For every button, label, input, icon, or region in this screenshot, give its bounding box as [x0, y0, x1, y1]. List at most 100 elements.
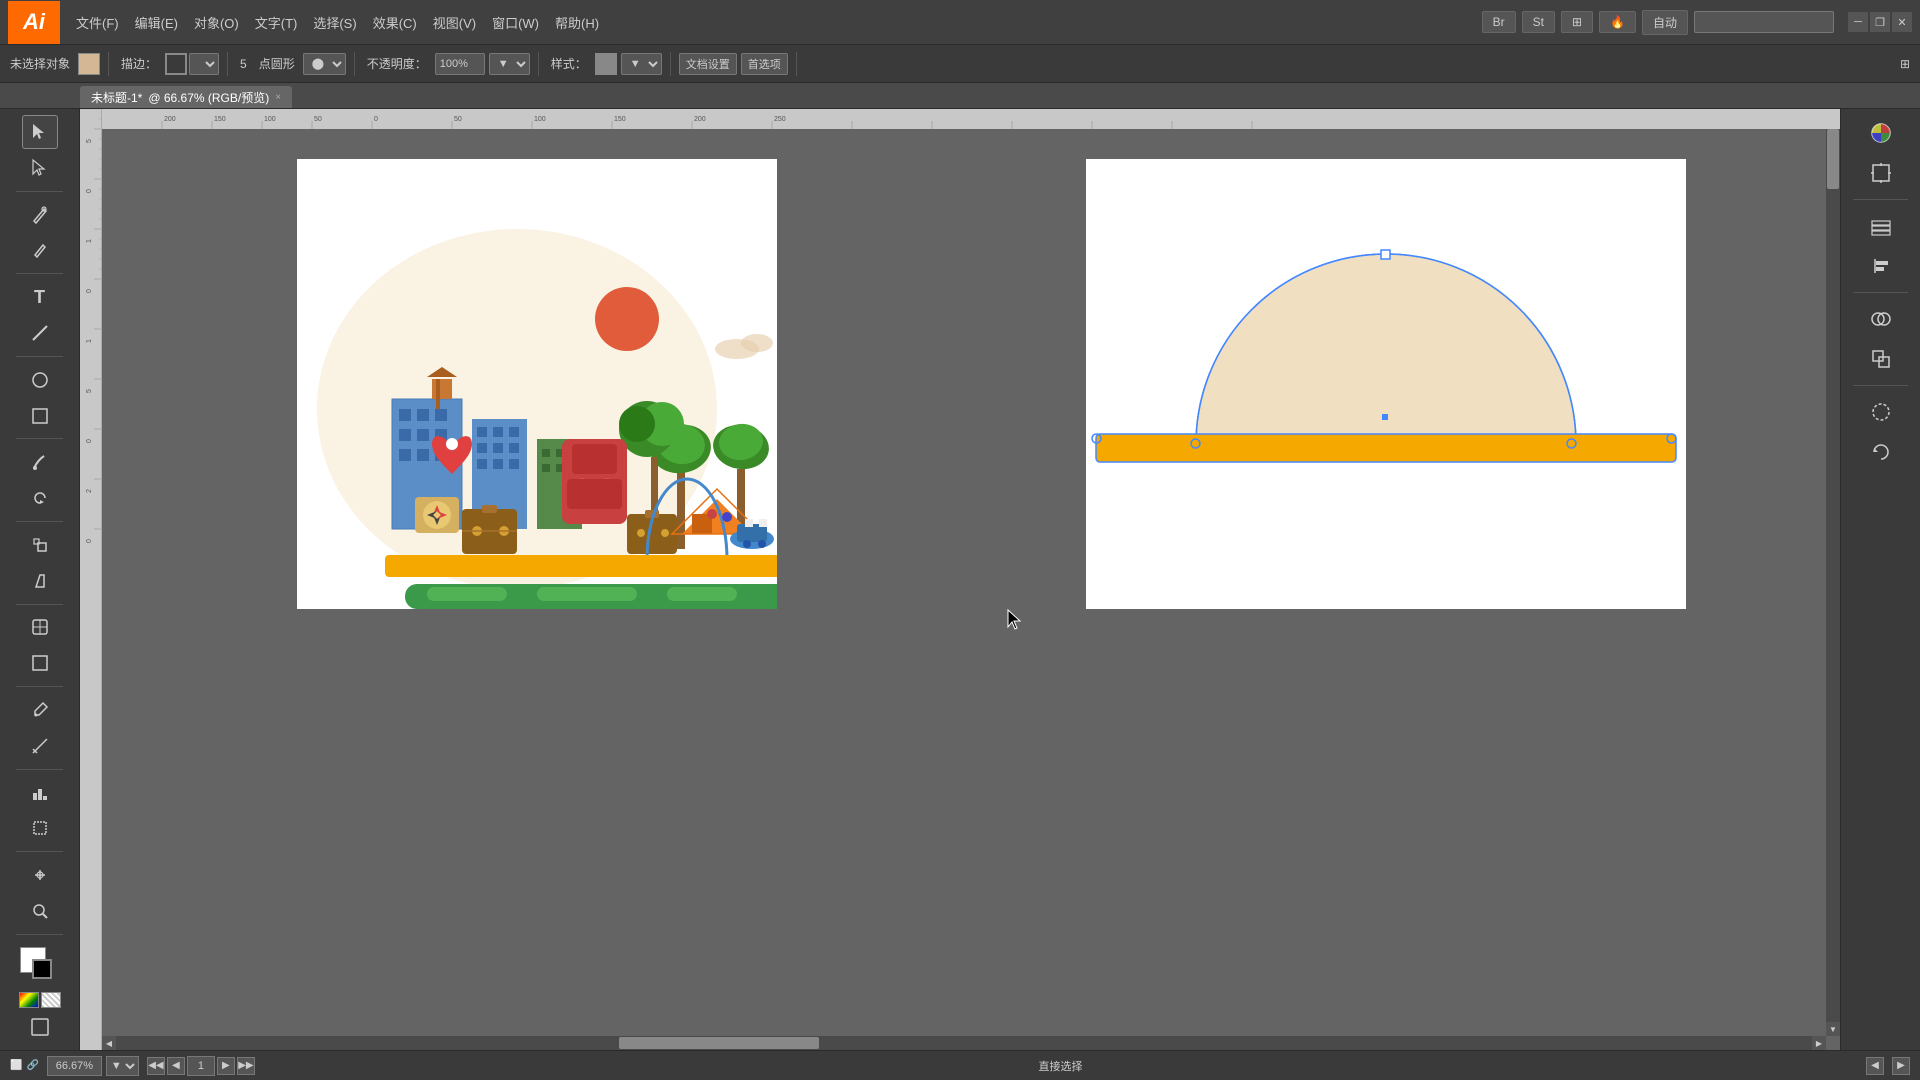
- gradient-btn[interactable]: [19, 992, 39, 1008]
- stroke-box[interactable]: [32, 959, 52, 979]
- style-box[interactable]: [595, 53, 617, 75]
- preferences-btn[interactable]: 首选项: [741, 53, 788, 75]
- stock-btn[interactable]: St: [1522, 11, 1555, 33]
- direct-select-tool[interactable]: [22, 151, 58, 185]
- opacity-input[interactable]: [435, 53, 485, 75]
- next-page-btn[interactable]: ▶▶: [237, 1057, 255, 1075]
- paintbrush-tool[interactable]: [22, 445, 58, 479]
- restore-btn[interactable]: ❐: [1870, 12, 1890, 32]
- shape-builder-btn[interactable]: [1863, 301, 1899, 337]
- vertical-scrollbar[interactable]: ▼: [1826, 129, 1840, 1036]
- svg-text:0: 0: [86, 539, 93, 543]
- screen-mode-btn[interactable]: [22, 1010, 58, 1044]
- layers-panel-btn[interactable]: [1863, 208, 1899, 244]
- svg-text:0: 0: [86, 439, 93, 443]
- menu-edit[interactable]: 编辑(E): [127, 9, 186, 36]
- doc-settings-btn[interactable]: 文档设置: [679, 53, 737, 75]
- rect-tool[interactable]: [22, 399, 58, 433]
- eyedropper-tool[interactable]: [22, 693, 58, 727]
- arrange-btn[interactable]: ⊞: [1561, 11, 1593, 33]
- select-tool[interactable]: [22, 115, 58, 149]
- artboard-panel-btn[interactable]: [1863, 155, 1899, 191]
- artboard-prev[interactable]: ◀: [1866, 1057, 1884, 1075]
- flame-btn[interactable]: 🔥: [1599, 11, 1636, 33]
- type-tool[interactable]: T: [22, 280, 58, 314]
- menu-file[interactable]: 文件(F): [68, 9, 127, 36]
- horizontal-scrollbar[interactable]: ▶ ◀: [102, 1036, 1826, 1050]
- vscroll-down[interactable]: ▼: [1826, 1022, 1840, 1036]
- app-logo: Ai: [8, 1, 60, 44]
- fill-color[interactable]: [78, 53, 100, 75]
- prev-btn[interactable]: ◀: [167, 1057, 185, 1075]
- reset-btn[interactable]: [1863, 434, 1899, 470]
- shear-tool[interactable]: [22, 564, 58, 598]
- artboard1[interactable]: [297, 159, 777, 609]
- transform-tool[interactable]: [22, 858, 58, 892]
- pen-tool[interactable]: [22, 198, 58, 232]
- left-tools-panel: T: [0, 109, 80, 1050]
- zoom-control: ▼: [47, 1056, 139, 1076]
- stroke-color[interactable]: [165, 53, 187, 75]
- hscroll-thumb[interactable]: [619, 1037, 819, 1049]
- tool-sep2: [16, 273, 63, 274]
- rotate-tool[interactable]: [22, 481, 58, 515]
- page-input[interactable]: [187, 1056, 215, 1076]
- pathfinder-btn[interactable]: [1863, 341, 1899, 377]
- document-tab[interactable]: 未标题-1* @ 66.67% (RGB/预览) ×: [80, 86, 292, 108]
- point-select[interactable]: ⬤: [303, 53, 346, 75]
- artboard-next[interactable]: ▶: [1892, 1057, 1910, 1075]
- style-select[interactable]: ▼: [621, 53, 662, 75]
- sep2: [227, 52, 228, 76]
- menu-text[interactable]: 文字(T): [247, 9, 306, 36]
- none-btn[interactable]: [41, 992, 61, 1008]
- pencil-tool[interactable]: [22, 234, 58, 268]
- svg-text:200: 200: [164, 116, 176, 123]
- color-panel-btn[interactable]: [1863, 115, 1899, 151]
- zoom-input[interactable]: [47, 1056, 102, 1076]
- menu-window[interactable]: 窗口(W): [484, 9, 547, 36]
- stroke-select[interactable]: ↕: [189, 53, 219, 75]
- symbol-tool[interactable]: [22, 611, 58, 645]
- artboard2[interactable]: [1086, 159, 1686, 609]
- canvas-area[interactable]: 200 150 100 50 0 50 100 150 200: [102, 109, 1840, 1050]
- menu-effect[interactable]: 效果(C): [365, 9, 425, 36]
- ruler-left: 5 0 1 0 1 5 0 2 0: [80, 109, 102, 1050]
- zoom-select[interactable]: ▼: [106, 1056, 139, 1076]
- point-circle-label: 点圆形: [255, 55, 299, 72]
- close-btn[interactable]: ✕: [1892, 12, 1912, 32]
- opacity-select[interactable]: ▼: [489, 53, 530, 75]
- tab-close[interactable]: ×: [275, 92, 281, 103]
- vscroll-thumb[interactable]: [1827, 129, 1839, 189]
- align-panel-btn[interactable]: [1863, 248, 1899, 284]
- zoom-tool[interactable]: [22, 894, 58, 928]
- graph-tool[interactable]: [22, 776, 58, 810]
- tool-sep4: [16, 438, 63, 439]
- prev-page-btn[interactable]: ◀◀: [147, 1057, 165, 1075]
- menu-object[interactable]: 对象(O): [186, 9, 247, 36]
- bridge-btn[interactable]: Br: [1482, 11, 1516, 33]
- scale-tool[interactable]: [22, 528, 58, 562]
- hscroll-right[interactable]: ▶: [1812, 1036, 1826, 1050]
- menu-select[interactable]: 选择(S): [305, 9, 364, 36]
- svg-text:0: 0: [374, 116, 378, 123]
- minimize-btn[interactable]: ─: [1848, 12, 1868, 32]
- menu-view[interactable]: 视图(V): [425, 9, 484, 36]
- status-bar: ⬜ 🔗 ▼ ◀◀ ◀ ▶ ▶▶ 直接选择 ◀ ▶: [0, 1050, 1920, 1080]
- tool-sep6: [16, 604, 63, 605]
- rect-frame-tool[interactable]: [22, 646, 58, 680]
- style-label: 样式：: [547, 55, 591, 72]
- hscroll-left[interactable]: ◀: [102, 1036, 116, 1050]
- svg-text:50: 50: [314, 116, 322, 123]
- page-nav: ◀◀ ◀ ▶ ▶▶: [147, 1056, 255, 1076]
- search-input[interactable]: [1694, 11, 1834, 33]
- ellipse-tool[interactable]: [22, 363, 58, 397]
- line-tool[interactable]: [22, 316, 58, 350]
- measure-tool[interactable]: [22, 729, 58, 763]
- artboard-tool[interactable]: [22, 811, 58, 845]
- menu-help[interactable]: 帮助(H): [547, 9, 607, 36]
- next-btn[interactable]: ▶: [217, 1057, 235, 1075]
- auto-btn[interactable]: 自动: [1642, 10, 1688, 35]
- blur-btn[interactable]: [1863, 394, 1899, 430]
- sep4: [538, 52, 539, 76]
- sep6: [796, 52, 797, 76]
